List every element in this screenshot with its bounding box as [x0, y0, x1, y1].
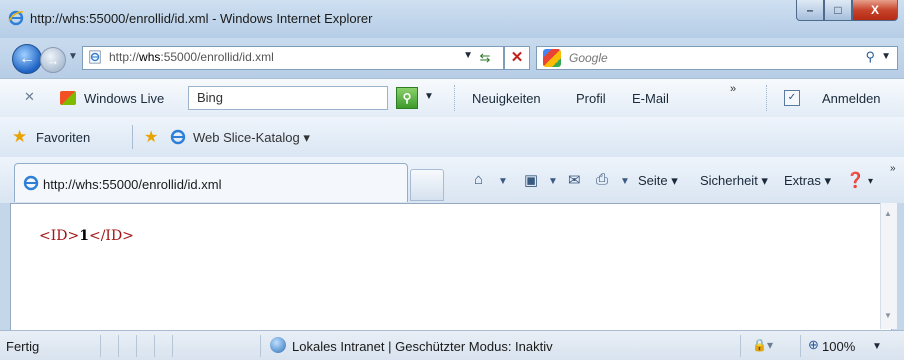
windows-live-icon — [60, 91, 76, 105]
add-favorite-icon[interactable]: ★ — [144, 127, 158, 147]
url-prefix: http:// — [109, 50, 140, 64]
arrow-right-icon: → — [46, 52, 60, 68]
print-dropdown-icon[interactable]: ▼ — [620, 176, 630, 187]
more-links-chevron-icon[interactable]: » — [730, 83, 736, 95]
live-search-value: Bing — [197, 90, 224, 105]
window-title: http://whs:55000/enrollid/id.xml - Windo… — [30, 11, 373, 26]
link-neuigkeiten[interactable]: Neuigkeiten — [472, 91, 541, 106]
toolbar-separator — [766, 85, 767, 111]
arrow-left-icon: ← — [19, 50, 35, 67]
web-slice-gallery-link[interactable]: Web Slice-Katalog ▾ — [193, 130, 310, 146]
status-divider — [118, 335, 119, 357]
link-email[interactable]: E-Mail — [632, 91, 669, 106]
toolbar-separator — [454, 85, 455, 111]
favorites-star-icon[interactable]: ★ — [12, 127, 27, 147]
tools-menu[interactable]: Extras ▾ — [784, 173, 831, 189]
checkbox-icon[interactable]: ✓ — [784, 90, 800, 106]
navigation-bar: ← → ▼ http://whs:55000/enrollid/id.xml ▼… — [0, 38, 904, 78]
vertical-scrollbar[interactable]: ▲ ▼ — [880, 203, 897, 329]
tab-active[interactable]: http://whs:55000/enrollid/id.xml — [14, 163, 408, 202]
window-controls: – □ X — [796, 0, 898, 22]
favorites-separator — [132, 125, 133, 149]
windows-live-toolbar: ✕ Windows Live Bing ⚲ ▼ Neuigkeiten Prof… — [0, 78, 904, 118]
status-divider — [260, 335, 261, 357]
page-icon — [88, 50, 102, 64]
status-divider — [172, 335, 173, 357]
mail-icon[interactable]: ✉ — [568, 171, 581, 189]
maximize-button[interactable]: □ — [824, 0, 852, 21]
title-bar: http://whs:55000/enrollid/id.xml - Windo… — [0, 0, 904, 38]
refresh-icon[interactable]: ⇆ — [475, 47, 495, 69]
home-dropdown-icon[interactable]: ▼ — [498, 176, 508, 187]
stop-icon: ✕ — [510, 49, 524, 66]
rss-feed-icon[interactable]: ▣ — [524, 171, 538, 189]
xml-open-tag: <ID> — [39, 228, 80, 244]
safety-menu[interactable]: Sicherheit ▾ — [700, 173, 768, 189]
feed-dropdown-icon[interactable]: ▼ — [548, 176, 558, 187]
status-text: Fertig — [6, 339, 40, 354]
link-profil[interactable]: Profil — [576, 91, 606, 106]
google-logo-icon — [543, 49, 561, 67]
intranet-zone-icon — [270, 337, 286, 353]
xml-document: <ID>1</ID> — [39, 228, 134, 244]
internet-explorer-icon — [8, 10, 24, 26]
search-input[interactable]: Google — [569, 51, 608, 65]
scroll-up-icon[interactable]: ▲ — [884, 209, 892, 218]
xml-close-tag: </ID> — [88, 228, 134, 244]
status-bar: Fertig Lokales Intranet | Geschützter Mo… — [0, 330, 904, 360]
security-zone-text[interactable]: Lokales Intranet | Geschützter Modus: In… — [292, 339, 553, 354]
page-menu[interactable]: Seite ▾ — [638, 173, 678, 189]
print-icon[interactable]: ⎙ — [596, 171, 608, 188]
xml-value: 1 — [79, 228, 89, 244]
address-url[interactable]: http://whs:55000/enrollid/id.xml — [109, 50, 274, 64]
live-search-input[interactable]: Bing — [188, 86, 388, 110]
close-button[interactable]: X — [852, 0, 898, 21]
address-bar[interactable]: http://whs:55000/enrollid/id.xml ▼ ⇆ — [82, 46, 504, 70]
scroll-down-icon[interactable]: ▼ — [884, 311, 892, 320]
address-dropdown-icon[interactable]: ▼ — [463, 50, 473, 61]
status-divider — [136, 335, 137, 357]
new-tab-button[interactable] — [410, 169, 444, 201]
zoom-icon[interactable]: ⊕ — [808, 337, 819, 353]
status-divider — [740, 335, 741, 357]
protected-mode-icon[interactable]: 🔒▾ — [752, 338, 773, 352]
favorites-button[interactable]: Favoriten — [36, 130, 90, 145]
tab-label: http://whs:55000/enrollid/id.xml — [43, 177, 222, 192]
tab-page-icon — [23, 175, 39, 191]
search-options-dropdown-icon[interactable]: ▼ — [881, 51, 891, 62]
help-dropdown-icon[interactable]: ▾ — [868, 176, 873, 187]
live-search-go-button[interactable]: ⚲ — [396, 87, 418, 109]
status-divider — [100, 335, 101, 357]
stop-button[interactable]: ✕ — [504, 46, 530, 70]
home-icon[interactable]: ⌂ — [474, 171, 483, 188]
favorites-bar: ★ Favoriten ★ Web Slice-Katalog ▾ — [0, 117, 904, 157]
recent-pages-dropdown-icon[interactable]: ▼ — [68, 51, 78, 62]
live-search-dropdown-icon[interactable]: ▼ — [424, 91, 434, 102]
zoom-dropdown-icon[interactable]: ▼ — [872, 341, 882, 352]
url-host: whs — [139, 50, 161, 64]
close-toolbar-icon[interactable]: ✕ — [24, 89, 35, 105]
help-icon[interactable]: ❓ — [846, 171, 865, 189]
search-box[interactable]: Google ⚲ ▼ — [536, 46, 898, 70]
web-slice-ie-icon — [170, 129, 186, 145]
ie-window: http://whs:55000/enrollid/id.xml - Windo… — [0, 0, 904, 360]
forward-button[interactable]: → — [40, 47, 66, 73]
search-icon[interactable]: ⚲ — [865, 49, 875, 65]
search-go-icon: ⚲ — [402, 91, 412, 105]
tab-row: http://whs:55000/enrollid/id.xml ⌂ ▼ ▣ ▼… — [0, 157, 904, 203]
signin-link[interactable]: Anmelden — [822, 91, 881, 106]
url-path: :55000/enrollid/id.xml — [160, 50, 274, 64]
status-divider — [154, 335, 155, 357]
more-commands-chevron-icon[interactable]: » — [890, 163, 896, 174]
page-content: <ID>1</ID> — [10, 203, 892, 331]
zoom-level[interactable]: 100% — [822, 339, 855, 354]
minimize-button[interactable]: – — [796, 0, 824, 21]
back-button[interactable]: ← — [12, 44, 42, 74]
status-divider — [800, 335, 801, 357]
windows-live-label[interactable]: Windows Live — [84, 91, 164, 106]
